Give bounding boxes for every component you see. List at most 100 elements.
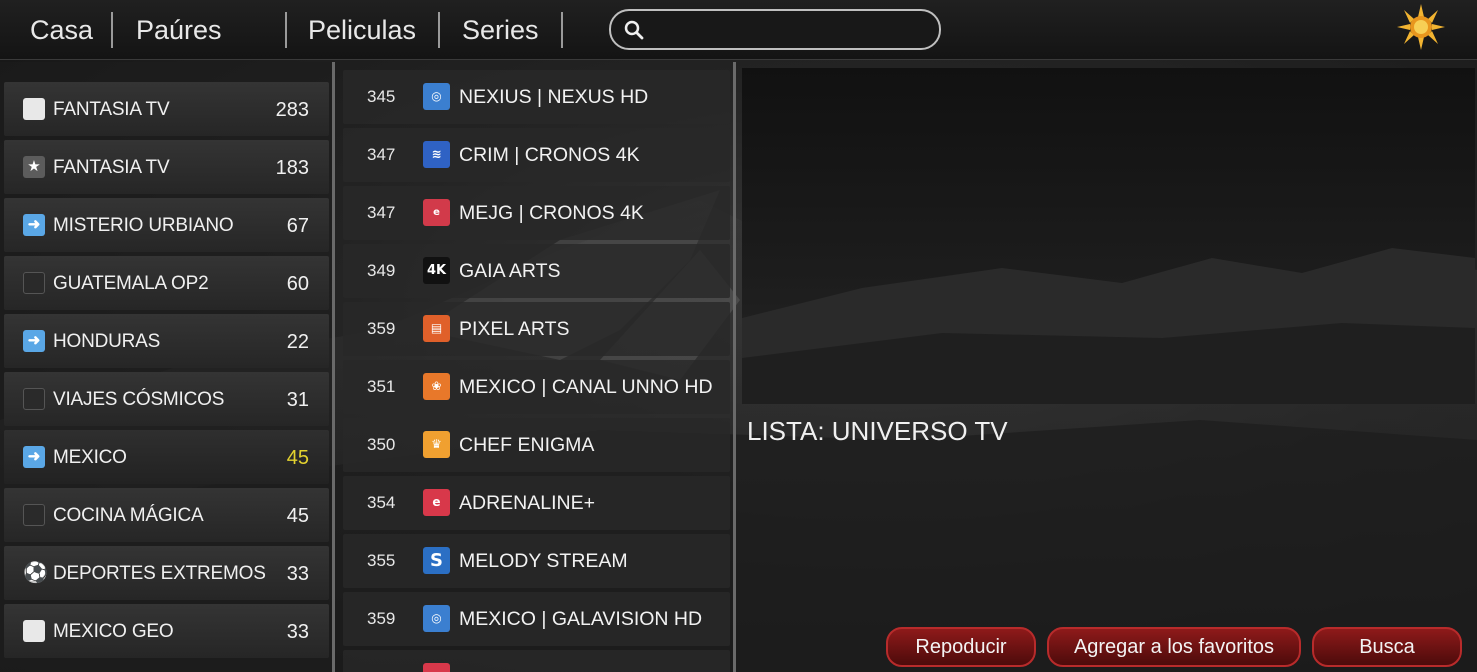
orange-swirl-logo-icon: ❀ (423, 373, 450, 400)
s-logo-icon: S (423, 547, 450, 574)
search-icon (623, 19, 645, 46)
circle-logo-icon: ◎ (423, 83, 450, 110)
category-item[interactable]: MEXICO GEO 33 (4, 604, 329, 658)
channel-name: MEXICO | CANAL UNNO HD (459, 376, 713, 398)
channel-number: 350 (367, 435, 396, 454)
category-label: COCINA MÁGICA (53, 505, 204, 526)
panel-divider (332, 62, 335, 672)
channel-number: 345 (367, 87, 396, 106)
category-list: FANTASIA TV 283 ★ FANTASIA TV 183 ➜ MIST… (0, 62, 333, 672)
search-input[interactable] (653, 15, 933, 45)
channel-item[interactable]: 350 ♛ CHEF ENIGMA (343, 418, 730, 472)
category-count: 283 (275, 99, 309, 121)
channel-list: 345 ◎ NEXIUS | NEXUS HD 347 ≋ CRIM | CRO… (336, 62, 734, 672)
search-button[interactable]: Busca (1312, 627, 1462, 667)
category-count: 45 (286, 447, 309, 469)
search-bar[interactable] (609, 9, 941, 50)
black-square-icon (23, 272, 45, 294)
channel-name: MELODY STREAM (459, 550, 628, 572)
white-square-icon (23, 620, 45, 642)
category-label: MISTERIO URBIANO (53, 215, 234, 236)
channel-item-partial[interactable] (343, 650, 730, 672)
category-count: 31 (286, 389, 309, 411)
channel-item[interactable]: 359 ◎ MEXICO | GALAVISION HD (343, 592, 730, 646)
play-button[interactable]: Repoducir (886, 627, 1036, 667)
arrow-right-icon: ➜ (23, 330, 45, 352)
channel-number: 349 (367, 261, 396, 280)
add-favorites-button[interactable]: Agregar a los favoritos (1047, 627, 1301, 667)
category-item[interactable]: ★ FANTASIA TV 183 (4, 140, 329, 194)
arrow-right-icon: ➜ (23, 214, 45, 236)
category-item[interactable]: ➜ HONDURAS 22 (4, 314, 329, 368)
channel-name: CHEF ENIGMA (459, 434, 595, 456)
channel-name: MEJG | CRONOS 4K (459, 202, 644, 224)
nav-separator (438, 12, 440, 48)
nav-separator (111, 12, 113, 48)
category-count: 183 (275, 157, 309, 179)
nav-paures[interactable]: Paúres (136, 12, 222, 48)
channel-number: 347 (367, 145, 396, 164)
video-preview[interactable] (742, 68, 1475, 404)
channel-number: 354 (367, 493, 396, 512)
category-count: 45 (286, 505, 309, 527)
channel-number: 347 (367, 203, 396, 222)
bird-logo-icon: ≋ (423, 141, 450, 168)
category-item[interactable]: VIAJES CÓSMICOS 31 (4, 372, 329, 426)
white-square-icon (23, 98, 45, 120)
category-item[interactable]: COCINA MÁGICA 45 (4, 488, 329, 542)
channel-item[interactable]: 347 e MEJG | CRONOS 4K (343, 186, 730, 240)
sun-logo-icon (1397, 4, 1445, 50)
soccer-ball-icon: ⚽ (23, 562, 48, 584)
category-label: FANTASIA TV (53, 157, 170, 178)
channel-item[interactable]: 359 ▤ PIXEL ARTS (343, 302, 730, 356)
category-item[interactable]: ⚽ DEPORTES EXTREMOS 33 (4, 546, 329, 600)
category-label: VIAJES CÓSMICOS (53, 389, 225, 410)
nav-casa[interactable]: Casa (30, 12, 93, 48)
channel-item[interactable]: 355 S MELODY STREAM (343, 534, 730, 588)
chef-hat-logo-icon: ♛ (423, 431, 450, 458)
orange-logo-icon: ▤ (423, 315, 450, 342)
nav-peliculas[interactable]: Peliculas (308, 12, 416, 48)
channel-number: 359 (367, 609, 396, 628)
category-label: GUATEMALA OP2 (53, 273, 209, 294)
nav-separator (285, 12, 287, 48)
category-item[interactable]: FANTASIA TV 283 (4, 82, 329, 136)
red-logo-icon (423, 663, 450, 672)
channel-item[interactable]: 349 4K GAIA ARTS (343, 244, 730, 298)
category-item[interactable]: ➜ MISTERIO URBIANO 67 (4, 198, 329, 252)
4k-logo-icon: 4K (423, 257, 450, 284)
panel-divider (733, 62, 736, 672)
channel-item[interactable]: 345 ◎ NEXIUS | NEXUS HD (343, 70, 730, 124)
channel-name: NEXIUS | NEXUS HD (459, 86, 649, 108)
channel-name: CRIM | CRONOS 4K (459, 144, 640, 166)
circle-logo-icon: ◎ (423, 605, 450, 632)
channel-item[interactable]: 354 e ADRENALINE+ (343, 476, 730, 530)
channel-name: GAIA ARTS (459, 260, 561, 282)
top-nav-bar: Casa Paúres Peliculas Series (0, 0, 1477, 60)
category-label: FANTASIA TV (53, 99, 170, 120)
category-count: 33 (286, 563, 309, 585)
category-label: MEXICO (53, 447, 127, 468)
channel-item[interactable]: 351 ❀ MEXICO | CANAL UNNO HD (343, 360, 730, 414)
arrow-right-icon: ➜ (23, 446, 45, 468)
nav-series[interactable]: Series (462, 12, 539, 48)
category-item-selected[interactable]: ➜ MEXICO 45 (4, 430, 329, 484)
category-item[interactable]: GUATEMALA OP2 60 (4, 256, 329, 310)
channel-name: PIXEL ARTS (459, 318, 570, 340)
black-square-icon (23, 504, 45, 526)
channel-number: 359 (367, 319, 396, 338)
category-count: 60 (286, 273, 309, 295)
category-count: 33 (286, 621, 309, 643)
playlist-title: LISTA: UNIVERSO TV (747, 416, 1008, 446)
category-label: MEXICO GEO (53, 621, 174, 642)
preview-landscape (742, 248, 1475, 404)
category-label: DEPORTES EXTREMOS (53, 563, 266, 584)
text-logo-icon: e (423, 199, 450, 226)
red-logo-icon: e (423, 489, 450, 516)
channel-item[interactable]: 347 ≋ CRIM | CRONOS 4K (343, 128, 730, 182)
black-square-icon (23, 388, 45, 410)
category-label: HONDURAS (53, 331, 161, 352)
star-icon: ★ (23, 156, 45, 178)
channel-number: 355 (367, 551, 396, 570)
channel-number: 351 (367, 377, 396, 396)
